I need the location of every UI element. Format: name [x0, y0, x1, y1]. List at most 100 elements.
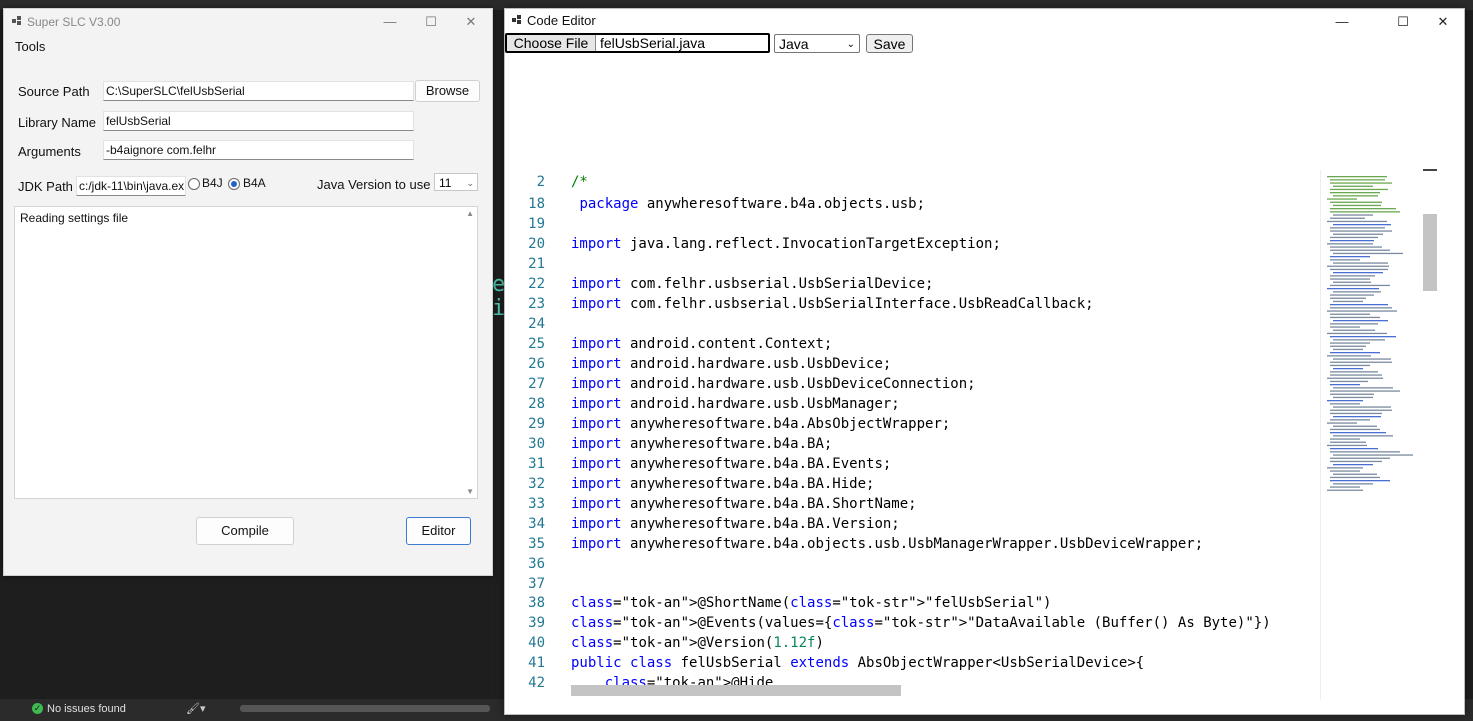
line-source: /*: [571, 174, 588, 190]
code-line[interactable]: 28 import android.hardware.usb.UsbManager…: [505, 394, 1320, 414]
radio-b4j-label: B4J: [202, 176, 223, 190]
maximize-icon[interactable]: ☐: [1383, 12, 1423, 32]
title-bar[interactable]: Code Editor — ☐ ✕: [505, 9, 1464, 33]
code-line[interactable]: 20 import java.lang.reflect.InvocationTar…: [505, 234, 1320, 254]
minimap-line: [1333, 387, 1393, 389]
minimap-line: [1330, 259, 1360, 261]
code-line[interactable]: 32 import anywheresoftware.b4a.BA.Hide;: [505, 474, 1320, 494]
scroll-down-icon[interactable]: ▼: [466, 487, 474, 496]
title-bar[interactable]: Super SLC V3.00 — ☐ ✕: [4, 9, 492, 35]
minimize-icon[interactable]: —: [370, 12, 410, 32]
minimap-line: [1330, 182, 1392, 184]
radio-b4j[interactable]: [188, 178, 200, 190]
minimap-line: [1330, 480, 1390, 482]
close-icon[interactable]: ✕: [451, 12, 491, 32]
java-version-select[interactable]: 11 ⌄: [434, 173, 478, 191]
minimap-line: [1330, 409, 1392, 411]
ide-editor-strip: [491, 10, 505, 700]
minimap-line: [1333, 339, 1385, 341]
code-line[interactable]: 27 import android.hardware.usb.UsbDeviceC…: [505, 374, 1320, 394]
code-line[interactable]: 30 import anywheresoftware.b4a.BA;: [505, 434, 1320, 454]
minimap-line: [1330, 441, 1366, 443]
line-source: class="tok-an">@Events(values={class="to…: [571, 615, 1271, 631]
close-icon[interactable]: ✕: [1423, 12, 1463, 32]
brush-icon[interactable]: 🖌▾: [186, 702, 206, 715]
java-version-label: Java Version to use: [317, 177, 431, 192]
code-line[interactable]: 37: [505, 574, 1320, 594]
minimap-line: [1330, 380, 1368, 383]
minimap-line: [1333, 185, 1373, 187]
line-source: import com.felhr.usbserial.UsbSerialInte…: [571, 296, 1094, 312]
code-line[interactable]: 40 class="tok-an">@Version(1.12f): [505, 633, 1320, 653]
choose-file-button[interactable]: Choose File: [507, 35, 596, 51]
code-line[interactable]: 21: [505, 254, 1320, 274]
code-line[interactable]: 26 import android.hardware.usb.UsbDevice;: [505, 354, 1320, 374]
code-line[interactable]: 41 public class felUsbSerial extends AbsO…: [505, 653, 1320, 673]
horizontal-scrollbar[interactable]: [571, 685, 901, 696]
code-line[interactable]: 33 import anywheresoftware.b4a.BA.ShortNa…: [505, 494, 1320, 514]
vertical-scrollbar[interactable]: [1423, 214, 1437, 291]
code-line[interactable]: 22 import com.felhr.usbserial.UsbSerialDe…: [505, 274, 1320, 294]
code-line[interactable]: 36: [505, 554, 1320, 574]
minimap-line: [1333, 425, 1377, 427]
code-line[interactable]: 23 import com.felhr.usbserial.UsbSerialIn…: [505, 294, 1320, 314]
minimap-line: [1333, 214, 1373, 216]
line-source: package anywheresoftware.b4a.objects.usb…: [579, 196, 926, 212]
minimap-line: [1327, 198, 1357, 200]
code-line[interactable]: 2 /*: [505, 172, 1320, 192]
jdk-path-input[interactable]: c:/jdk-11\bin\java.ex: [76, 176, 186, 196]
minimap-line: [1330, 390, 1400, 392]
browse-button[interactable]: Browse: [415, 80, 480, 102]
scroll-position-marker: [1423, 169, 1437, 171]
minimap-line: [1330, 419, 1370, 421]
menu-tools[interactable]: Tools: [15, 39, 45, 54]
minimap-line: [1330, 275, 1375, 277]
minimap-line: [1327, 310, 1397, 312]
code-line[interactable]: 39 class="tok-an">@Events(values={class="…: [505, 613, 1320, 633]
minimap-line: [1333, 291, 1381, 293]
code-line[interactable]: 24: [505, 314, 1320, 334]
line-number: 39: [528, 615, 545, 631]
code-line[interactable]: 25 import android.content.Context;: [505, 334, 1320, 354]
arguments-input[interactable]: -b4aignore com.felhr: [103, 140, 414, 160]
minimap-line: [1330, 284, 1390, 287]
code-line[interactable]: 35 import anywheresoftware.b4a.objects.us…: [505, 534, 1320, 554]
code-line[interactable]: 34 import anywheresoftware.b4a.BA.Version…: [505, 514, 1320, 534]
log-output[interactable]: Reading settings file ▲ ▼: [14, 206, 478, 499]
minimap-line: [1330, 361, 1392, 363]
line-source: import anywheresoftware.b4a.BA.Version;: [571, 516, 900, 532]
minimap-line: [1333, 348, 1363, 351]
minimap-line: [1333, 416, 1381, 418]
minimap[interactable]: [1320, 170, 1431, 700]
radio-b4a[interactable]: [228, 178, 240, 190]
source-path-label: Source Path: [18, 84, 90, 99]
minimap-line: [1330, 326, 1360, 328]
minimap-line: [1330, 428, 1380, 431]
source-path-input[interactable]: C:\SuperSLC\felUsbSerial: [103, 81, 414, 101]
issues-status[interactable]: No issues found: [47, 703, 126, 715]
editor-button[interactable]: Editor: [406, 517, 471, 545]
chevron-down-icon: ⌄: [846, 39, 855, 50]
minimap-line: [1330, 448, 1378, 450]
language-select[interactable]: Java ⌄: [774, 34, 860, 53]
code-line[interactable]: 31 import anywheresoftware.b4a.BA.Events;: [505, 454, 1320, 474]
code-area[interactable]: 2 /* 18 package anywheresoftware.b4a.objec…: [505, 170, 1320, 698]
save-button[interactable]: Save: [866, 34, 913, 53]
code-line[interactable]: 29 import anywheresoftware.b4a.AbsObjectW…: [505, 414, 1320, 434]
minimize-icon[interactable]: —: [1322, 12, 1362, 32]
minimap-line: [1327, 467, 1363, 469]
code-line[interactable]: 18 package anywheresoftware.b4a.objects.…: [505, 194, 1320, 214]
minimap-line: [1333, 454, 1413, 456]
line-source: import anywheresoftware.b4a.AbsObjectWra…: [571, 416, 951, 432]
horizontal-scrollbar[interactable]: [240, 705, 490, 712]
maximize-icon[interactable]: ☐: [411, 12, 451, 32]
code-line[interactable]: 38 class="tok-an">@ShortName(class="tok-s…: [505, 593, 1320, 613]
scroll-up-icon[interactable]: ▲: [466, 209, 474, 218]
file-input[interactable]: Choose File felUsbSerial.java: [505, 33, 770, 53]
minimap-line: [1330, 451, 1400, 453]
compile-button[interactable]: Compile: [196, 517, 294, 545]
minimap-line: [1330, 374, 1382, 376]
line-number: 20: [528, 236, 545, 252]
library-name-input[interactable]: felUsbSerial: [103, 111, 414, 131]
code-line[interactable]: 19: [505, 214, 1320, 234]
